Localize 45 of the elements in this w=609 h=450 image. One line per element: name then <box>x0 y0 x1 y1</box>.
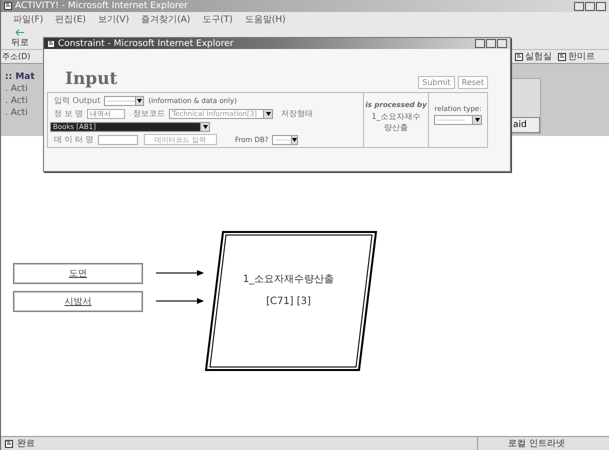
back-button[interactable]: 뒤로 <box>11 29 29 49</box>
menu-item[interactable]: 도움말(H) <box>244 13 286 26</box>
link-item[interactable]: 한미르 <box>558 50 595 63</box>
input-field[interactable] <box>98 134 138 144</box>
caret-icon <box>202 124 208 128</box>
panel-link[interactable]: . Acti <box>5 108 45 118</box>
form-heading: Input <box>65 69 118 89</box>
menu-item[interactable]: 편집(E) <box>55 13 86 26</box>
panel-link[interactable]: . Acti <box>5 96 45 106</box>
input-link[interactable]: 도면 <box>69 267 87 280</box>
done-icon <box>5 440 13 448</box>
submit-button[interactable]: Submit <box>418 76 455 89</box>
field-label: 저장형태 <box>280 108 314 119</box>
input-node[interactable]: 시방서 <box>13 291 143 312</box>
page-icon <box>515 52 523 60</box>
status-text: 완료 <box>17 438 35 450</box>
menu-item[interactable]: 파일(F) <box>13 13 44 26</box>
menu-item[interactable]: 도구(T) <box>202 13 233 26</box>
link-item[interactable]: 실험실 <box>515 50 552 63</box>
arrow-connector <box>156 269 204 277</box>
menu-item[interactable]: 보기(V) <box>98 13 130 26</box>
field-label: 정 보 명 <box>53 108 84 119</box>
input-node[interactable]: 도면 <box>13 263 143 284</box>
process-name: 1_소요자재수량산출 <box>370 111 422 133</box>
panel-heading: :: Mat <box>5 72 36 82</box>
reset-button[interactable]: Reset <box>458 76 488 89</box>
field-label: 정보코드 <box>132 108 166 119</box>
address-label: 주소(D) <box>2 51 30 62</box>
input-link[interactable]: 시방서 <box>64 295 92 308</box>
window-title: Constraint - Microsoft Internet Explorer <box>58 38 234 50</box>
back-arrow-icon <box>15 29 25 36</box>
process-name: 1_소요자재수량산출 <box>242 273 336 286</box>
caret-icon <box>137 98 142 102</box>
page-icon <box>558 52 566 60</box>
panel-link[interactable]: . Acti <box>5 84 45 94</box>
menu-item[interactable]: 즐겨찾기(A) <box>141 13 190 26</box>
field-label: 입력 Output <box>53 95 100 106</box>
browser-icon <box>4 2 12 10</box>
arrow-connector <box>156 297 204 305</box>
caret-icon <box>474 118 480 122</box>
caret-icon <box>266 112 271 116</box>
process-code: [C71] [3] <box>265 296 312 307</box>
field-label: 데 이 터 명 <box>53 134 94 145</box>
zone-text: 로컬 인트라넷 <box>477 437 565 450</box>
window-title: ACTIVITY! - Microsoft Internet Explorer <box>15 0 188 12</box>
